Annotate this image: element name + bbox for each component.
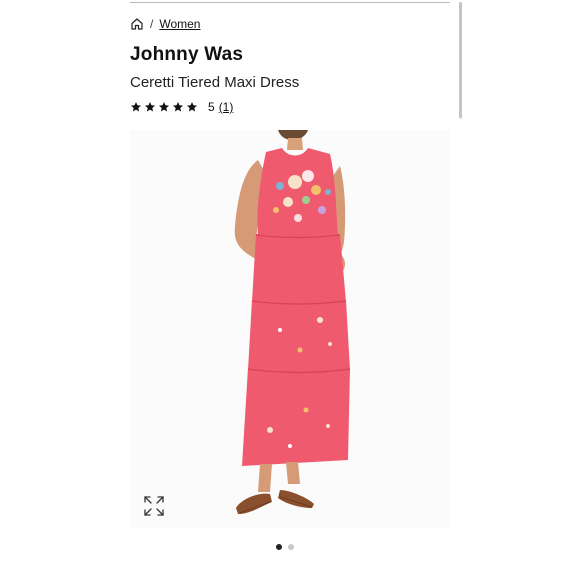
product-image[interactable] [130,130,450,528]
product-rating[interactable]: 5 (1) [130,99,233,115]
rating-value: 5 [208,100,215,114]
star-icon [173,102,183,112]
star-icon [145,102,155,112]
expand-image-button[interactable] [142,494,166,518]
star-icon [131,102,141,112]
breadcrumb-link-women[interactable]: Women [159,17,200,31]
review-count-link[interactable]: (1) [219,100,234,114]
top-divider [130,2,450,3]
expand-icon [144,496,164,516]
breadcrumb: / Women [130,16,200,32]
model-in-dress-photo [130,130,450,528]
breadcrumb-separator: / [150,17,154,31]
star-icon [159,102,169,112]
star-icon [187,102,197,112]
brand-name[interactable]: Johnny Was [130,44,243,66]
scrollbar-thumb[interactable] [459,2,462,118]
product-title: Ceretti Tiered Maxi Dress [130,74,300,91]
home-icon[interactable] [130,17,144,31]
pager-dot[interactable] [288,544,294,550]
pager-dot[interactable] [276,544,282,550]
rating-stars [130,101,198,113]
image-pager [276,544,294,550]
